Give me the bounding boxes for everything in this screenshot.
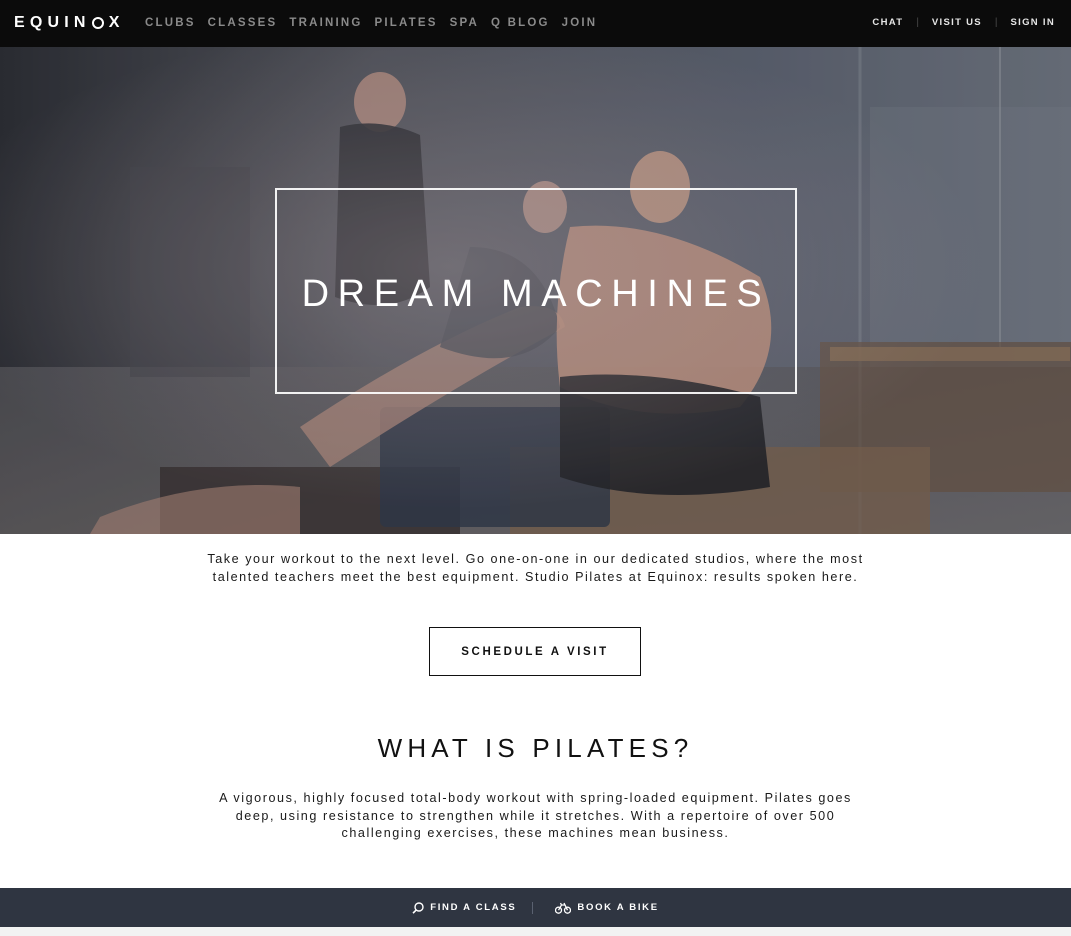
schedule-visit-button[interactable]: SCHEDULE A VISIT — [429, 627, 641, 676]
nav-divider: | — [916, 17, 919, 28]
sign-in-link[interactable]: SIGN IN — [1011, 17, 1055, 29]
bike-icon — [555, 902, 572, 914]
visit-us-link[interactable]: VISIT US — [932, 17, 982, 29]
nav-item-classes[interactable]: CLASSES — [208, 16, 278, 30]
section-heading: WHAT IS PILATES? — [377, 733, 694, 763]
main-nav: CLUBS CLASSES TRAINING PILATES SPA Q BLO… — [145, 16, 597, 30]
find-class-label: FIND A CLASS — [430, 902, 517, 913]
hero-banner: DREAM MACHINES — [0, 47, 1071, 534]
book-bike-label: BOOK A BIKE — [577, 902, 659, 913]
nav-item-pilates[interactable]: PILATES — [375, 16, 438, 30]
nav-item-spa[interactable]: SPA — [450, 16, 479, 30]
nav-item-q-blog[interactable]: Q BLOG — [491, 16, 550, 30]
nav-item-join[interactable]: JOIN — [562, 16, 598, 30]
chat-link[interactable]: CHAT — [872, 17, 903, 29]
nav-item-clubs[interactable]: CLUBS — [145, 16, 196, 30]
intro-text: Take your workout to the next level. Go … — [207, 552, 864, 584]
section-body: A vigorous, highly focused total-body wo… — [219, 791, 852, 841]
bottom-bar-divider — [532, 901, 534, 914]
hero-title-frame: DREAM MACHINES — [275, 188, 797, 394]
footer-strip — [0, 927, 1071, 936]
top-nav: EQUI N X CLUBS CLASSES TRAINING PILATES SP… — [0, 0, 1071, 47]
schedule-visit-label: SCHEDULE A VISIT — [461, 645, 609, 658]
bottom-bar: FIND A CLASS BOOK A BIKE — [0, 888, 1071, 927]
find-class-button[interactable]: FIND A CLASS — [412, 901, 517, 914]
utility-nav: CHAT | VISIT US | SIGN IN — [872, 17, 1055, 29]
nav-item-training[interactable]: TRAINING — [289, 16, 362, 30]
hero-title: DREAM MACHINES — [301, 273, 771, 315]
nav-divider: | — [994, 17, 998, 28]
logo-o-icon — [91, 17, 104, 29]
book-bike-button[interactable]: BOOK A BIKE — [555, 902, 658, 914]
search-icon — [412, 901, 424, 914]
equinox-logo[interactable]: EQUI N X — [14, 12, 125, 34]
